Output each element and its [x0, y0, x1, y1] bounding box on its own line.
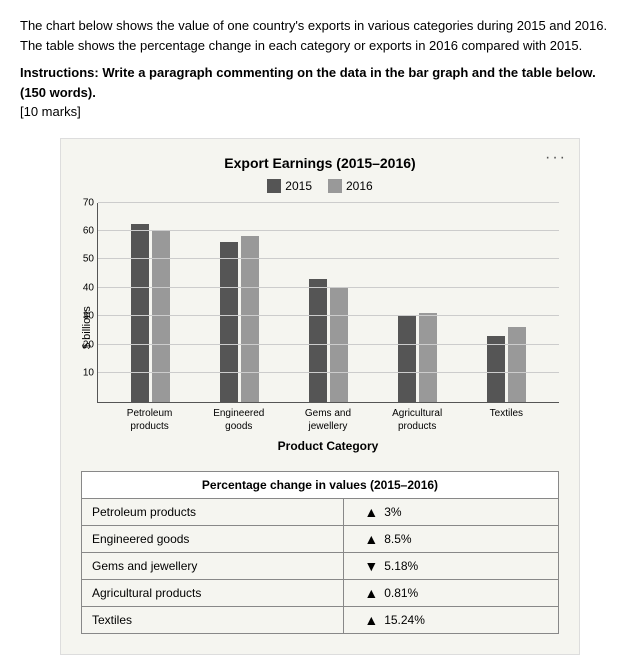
table-category: Agricultural products: [82, 579, 344, 606]
table-category: Textiles: [82, 606, 344, 633]
instructions-text: Instructions: Write a paragraph commenti…: [20, 63, 620, 102]
bar-group: [131, 224, 170, 401]
bar-group: [309, 279, 348, 402]
chart-container: ··· Export Earnings (2015–2016) 2015 201…: [60, 138, 580, 655]
legend-2016-label: 2016: [346, 179, 373, 193]
table-row: Agricultural products ▲ 0.81%: [82, 579, 559, 606]
x-label: Engineeredgoods: [209, 407, 269, 433]
legend-2015-box: [267, 179, 281, 193]
arrow-up-icon: ▲: [364, 585, 378, 601]
y-tick-label: 10: [70, 368, 94, 379]
grid-line: [98, 287, 559, 288]
arrow-up-icon: ▲: [364, 531, 378, 547]
bar-2015: [309, 279, 327, 402]
change-value: 8.5%: [384, 532, 411, 546]
legend-2016: 2016: [328, 179, 373, 193]
bar-2016: [419, 313, 437, 402]
table-row: Petroleum products ▲ 3%: [82, 498, 559, 525]
chart-area: $ billions 10203040506070 Petroleumprodu…: [81, 203, 559, 453]
bar-2016: [508, 327, 526, 401]
table-section: Percentage change in values (2015–2016) …: [81, 471, 559, 634]
chart-title: Export Earnings (2015–2016): [81, 155, 559, 171]
bar-2015: [220, 242, 238, 402]
bar-group: [220, 236, 259, 402]
y-axis-label: $ billions: [81, 203, 93, 453]
grid-line: [98, 372, 559, 373]
table-change: ▲ 8.5%: [344, 525, 559, 552]
bar-2015: [398, 316, 416, 402]
y-tick-label: 40: [70, 282, 94, 293]
more-options-icon[interactable]: ···: [545, 149, 567, 167]
y-tick-label: 20: [70, 339, 94, 350]
data-table: Percentage change in values (2015–2016) …: [81, 471, 559, 634]
bar-2015: [131, 224, 149, 401]
bar-2015: [487, 336, 505, 402]
grid-line: [98, 258, 559, 259]
marks-text: [10 marks]: [20, 102, 620, 122]
change-value: 3%: [384, 505, 401, 519]
change-value: 0.81%: [384, 586, 418, 600]
x-label: Textiles: [476, 407, 536, 433]
x-axis-title: Product Category: [97, 439, 559, 453]
x-label: Agriculturalproducts: [387, 407, 447, 433]
legend-2016-box: [328, 179, 342, 193]
table-category: Gems and jewellery: [82, 552, 344, 579]
table-header: Percentage change in values (2015–2016): [82, 471, 559, 498]
arrow-up-icon: ▲: [364, 504, 378, 520]
table-row: Gems and jewellery ▼ 5.18%: [82, 552, 559, 579]
bar-group: [487, 327, 526, 401]
table-change: ▲ 15.24%: [344, 606, 559, 633]
arrow-up-icon: ▲: [364, 612, 378, 628]
y-tick-label: 60: [70, 225, 94, 236]
table-change: ▲ 3%: [344, 498, 559, 525]
table-category: Petroleum products: [82, 498, 344, 525]
grid-line: [98, 315, 559, 316]
table-row: Textiles ▲ 15.24%: [82, 606, 559, 633]
y-tick-label: 30: [70, 311, 94, 322]
chart-inner: 10203040506070 Petroleumproducts Engineer…: [97, 203, 559, 453]
legend-2015-label: 2015: [285, 179, 312, 193]
grid-line: [98, 230, 559, 231]
bar-2016: [241, 236, 259, 402]
table-change: ▲ 0.81%: [344, 579, 559, 606]
change-value: 5.18%: [384, 559, 418, 573]
table-row: Engineered goods ▲ 8.5%: [82, 525, 559, 552]
legend-2015: 2015: [267, 179, 312, 193]
chart-legend: 2015 2016: [81, 179, 559, 193]
grid-line: [98, 202, 559, 203]
intro-text: The chart below shows the value of one c…: [20, 16, 620, 55]
arrow-down-icon: ▼: [364, 558, 378, 574]
y-tick-label: 50: [70, 254, 94, 265]
change-value: 15.24%: [384, 613, 425, 627]
bar-group: [398, 313, 437, 402]
x-label: Gems andjewellery: [298, 407, 358, 433]
table-change: ▼ 5.18%: [344, 552, 559, 579]
x-labels: Petroleumproducts Engineeredgoods Gems and…: [97, 403, 559, 433]
grid-line: [98, 344, 559, 345]
x-label: Petroleumproducts: [120, 407, 180, 433]
table-category: Engineered goods: [82, 525, 344, 552]
y-tick-label: 70: [70, 197, 94, 208]
grid-and-bars: 10203040506070: [97, 203, 559, 403]
